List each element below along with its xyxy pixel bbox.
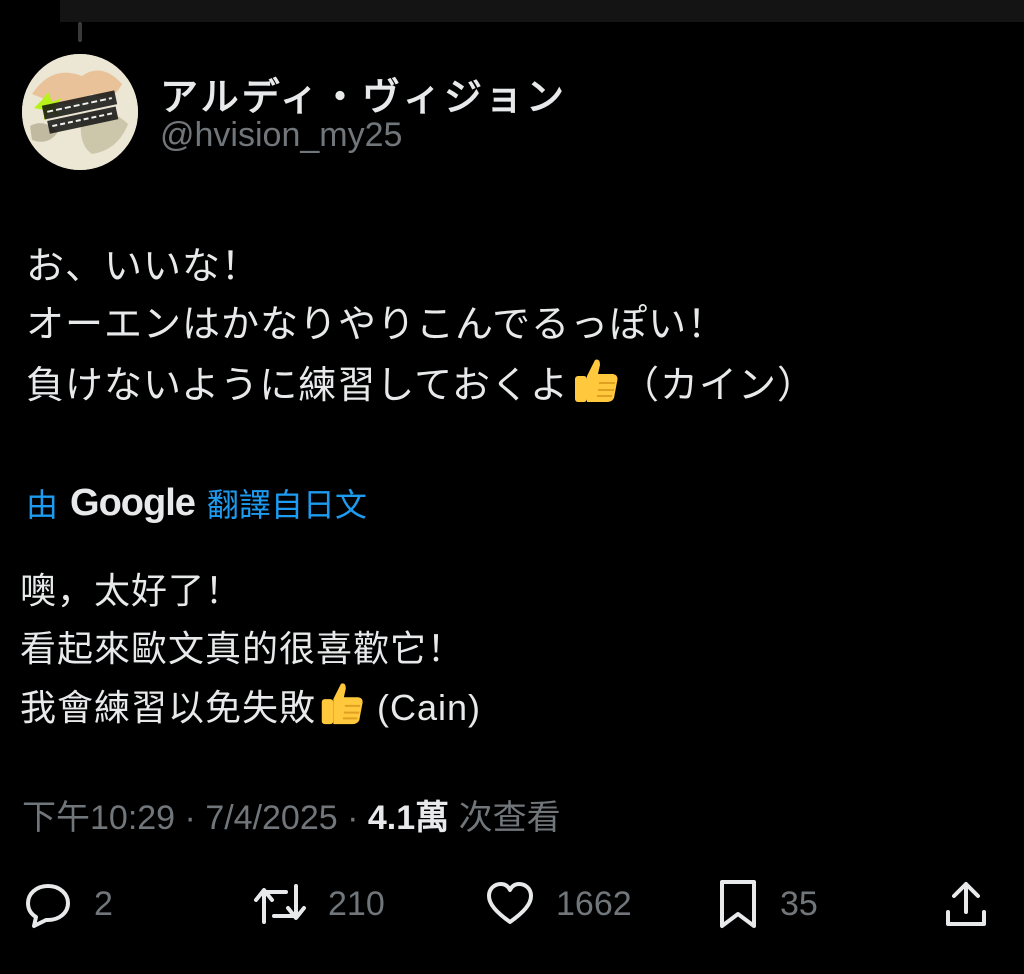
- original-line-text: 負けないように練習しておくよ: [26, 365, 569, 407]
- translated-line: 我會練習以免失敗 (Cain): [20, 678, 1000, 737]
- post-time[interactable]: 下午10:29: [22, 799, 175, 837]
- reply-count: 2: [94, 884, 113, 923]
- author-display-name[interactable]: アルディ・ヴィジョン: [160, 66, 567, 121]
- reply-icon: [22, 878, 74, 930]
- repost-count: 210: [328, 884, 385, 923]
- bookmark-icon: [716, 876, 760, 932]
- bookmark-button[interactable]: 35: [716, 872, 818, 936]
- author-handle[interactable]: @hvision_my25: [160, 116, 402, 155]
- translated-line-text: 我會練習以免失敗: [20, 687, 317, 728]
- post-date[interactable]: 7/4/2025: [205, 799, 337, 837]
- views-label: 次查看: [449, 799, 561, 837]
- top-bar: [60, 0, 1024, 22]
- post-meta: 下午10:29 · 7/4/2025 · 4.1萬 次查看: [22, 790, 561, 839]
- share-button[interactable]: [942, 872, 990, 936]
- meta-separator: ·: [175, 799, 206, 837]
- original-line: オーエンはかなりやりこんでるっぽい！: [26, 304, 727, 346]
- original-line: お、いいな！: [26, 246, 261, 288]
- heart-icon: [484, 878, 536, 930]
- translation-attribution[interactable]: 由 Google 翻譯自日文: [26, 478, 367, 528]
- translated-by-label: 由: [26, 487, 59, 523]
- action-bar: 2 210 1662 35: [0, 872, 1024, 936]
- like-button[interactable]: 1662: [484, 872, 632, 936]
- share-icon: [942, 878, 990, 930]
- reply-button[interactable]: 2: [22, 872, 113, 936]
- thread-connector: [78, 22, 82, 42]
- translated-from-label[interactable]: 翻譯自日文: [207, 480, 367, 526]
- repost-button[interactable]: 210: [252, 872, 385, 936]
- like-count: 1662: [556, 884, 632, 923]
- post-translated-text: 噢，太好了！ 看起來歐文真的很喜歡它！ 我會練習以免失敗 (Cain): [20, 562, 1000, 737]
- thumbs-up-icon: [569, 354, 621, 406]
- google-logo: Google: [70, 481, 196, 524]
- translated-suffix: (Cain): [366, 687, 482, 728]
- meta-separator: ·: [337, 799, 368, 837]
- original-suffix: （カイン）: [620, 365, 816, 407]
- translated-line: 看起來歐文真的很喜歡它！: [20, 628, 465, 669]
- original-line: 負けないように練習しておくよ （カイン）: [26, 354, 1006, 415]
- translated-line: 噢，太好了！: [20, 570, 243, 611]
- post-original-text: お、いいな！ オーエンはかなりやりこんでるっぽい！ 負けないように練習しておくよ…: [26, 238, 1006, 415]
- thumbs-up-icon: [316, 678, 366, 728]
- repost-icon: [252, 878, 308, 930]
- avatar[interactable]: [22, 54, 138, 170]
- avatar-image: [22, 54, 138, 170]
- bookmark-count: 35: [780, 884, 818, 923]
- view-count: 4.1萬: [367, 799, 450, 837]
